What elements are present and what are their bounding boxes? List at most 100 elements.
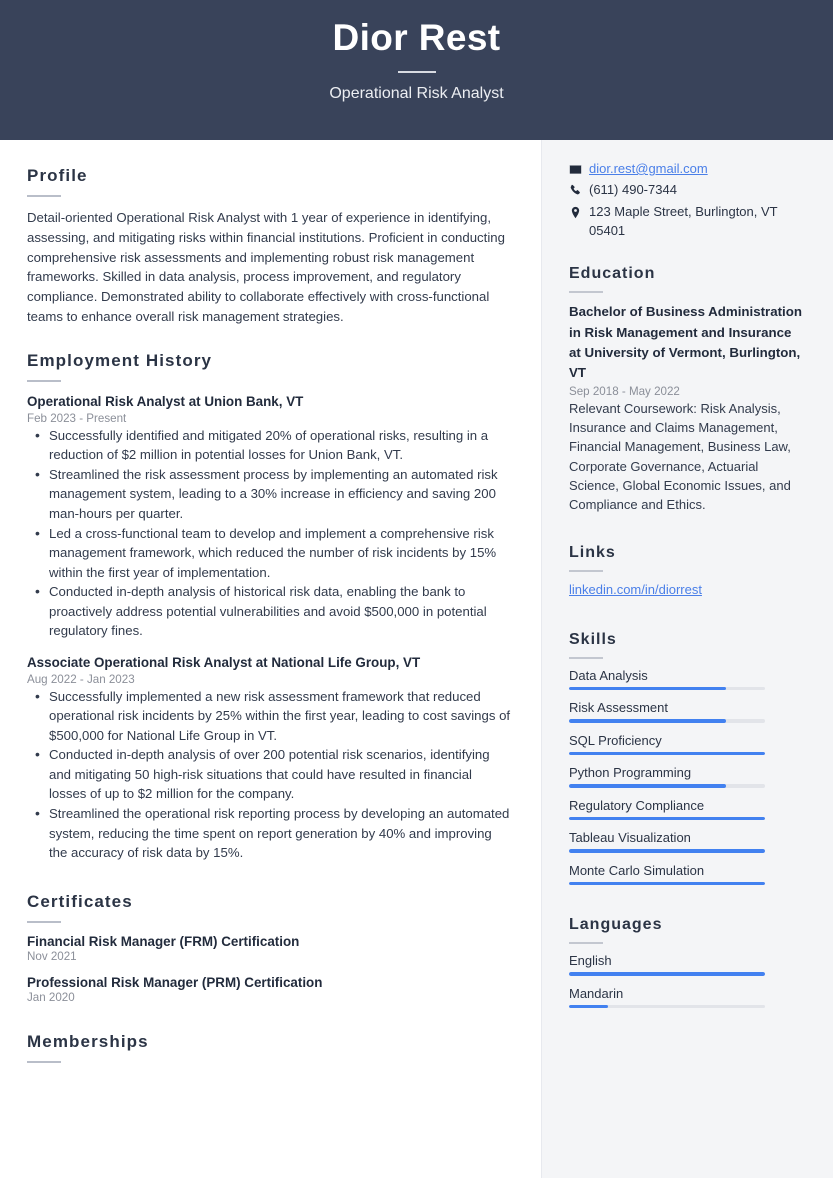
location-pin-icon (569, 203, 589, 219)
section-memberships: Memberships (27, 1032, 511, 1063)
language-item: English (569, 953, 803, 976)
skill-item: Regulatory Compliance (569, 798, 803, 821)
envelope-icon (569, 160, 589, 176)
section-employment-history: Employment History Operational Risk Anal… (27, 351, 511, 863)
language-item-meter-track (569, 1004, 765, 1009)
language-item: Mandarin (569, 986, 803, 1009)
skill-item-label: Tableau Visualization (569, 830, 691, 846)
languages-heading-rule (569, 942, 603, 945)
employment-bullet: Streamlined the operational risk reporti… (27, 803, 511, 863)
contact-row-address: 123 Maple Street, Burlington, VT 05401 (569, 203, 803, 241)
links-heading-rule (569, 569, 603, 572)
skill-item: Python Programming (569, 765, 803, 788)
header-divider (397, 70, 436, 73)
education-description: Relevant Coursework: Risk Analysis, Insu… (569, 401, 791, 512)
skill-item-label: Python Programming (569, 765, 692, 781)
employment-job-date: Aug 2022 - Jan 2023 (27, 672, 135, 686)
certificate-date: Jan 2020 (27, 990, 75, 1004)
memberships-heading: Memberships (27, 1031, 149, 1051)
skill-item-meter-fill (569, 719, 726, 723)
employment-bullet-list: Successfully identified and mitigated 20… (27, 425, 511, 641)
skills-heading: Skills (569, 630, 617, 648)
employment-entry: Operational Risk Analyst at Union Bank, … (27, 393, 511, 641)
candidate-job-title: Operational Risk Analyst (329, 84, 504, 102)
candidate-name: Dior Rest (332, 17, 501, 59)
memberships-heading-rule (27, 1060, 61, 1063)
contact-row-email: dior.rest@gmail.com (569, 160, 803, 179)
skill-item-meter-track (569, 849, 765, 853)
skill-item-meter-track (569, 751, 765, 756)
skill-item-label: Data Analysis (569, 667, 648, 683)
certificates-heading-rule (27, 920, 61, 923)
education-date: Sep 2018 - May 2022 (569, 385, 680, 399)
languages-heading: Languages (569, 916, 663, 934)
education-degree: Bachelor of Business Administration in R… (569, 304, 802, 380)
contact-email-link[interactable]: dior.rest@gmail.com (589, 160, 708, 179)
skill-item-meter-track (569, 816, 765, 821)
contact-row-phone: (611) 490-7344 (569, 181, 803, 200)
employment-heading: Employment History (27, 350, 213, 370)
skill-item-meter-track (569, 719, 765, 723)
profile-heading: Profile (27, 166, 88, 185)
employment-bullet: Conducted in-depth analysis of over 200 … (27, 744, 511, 804)
employment-entry: Associate Operational Risk Analyst at Na… (27, 654, 511, 863)
language-item-label: Mandarin (569, 985, 624, 1001)
skill-item-meter-track (569, 686, 765, 691)
employment-bullet-list: Successfully implemented a new risk asse… (27, 686, 511, 863)
employment-bullet: Conducted in-depth analysis of historica… (27, 581, 511, 641)
skills-heading-rule (569, 656, 603, 659)
section-languages: Languages English Mandarin (569, 916, 803, 1009)
skill-item-meter-track (569, 784, 765, 788)
certificate-entry: Professional Risk Manager (PRM) Certific… (27, 975, 511, 1004)
phone-icon (569, 181, 589, 197)
skill-item-label: Regulatory Compliance (569, 797, 705, 813)
section-education: Education Bachelor of Business Administr… (569, 265, 803, 513)
skill-item-meter-fill (569, 686, 726, 691)
section-links: Links linkedin.com/in/diorrest (569, 544, 803, 599)
skill-item-meter-fill (569, 751, 765, 756)
skill-item-meter-fill (569, 816, 765, 821)
language-item-meter-track (569, 972, 765, 976)
certificates-heading: Certificates (27, 891, 133, 911)
certificate-date: Nov 2021 (27, 949, 77, 963)
employment-bullet: Led a cross-functional team to develop a… (27, 523, 511, 583)
skills-list: Data Analysis Risk Assessment SQL Proficie… (569, 668, 803, 886)
resume-page: Dior Rest Operational Risk Analyst Profi… (0, 0, 833, 1178)
skill-item: Data Analysis (569, 668, 803, 691)
education-heading: Education (569, 265, 656, 283)
language-item-meter-fill (569, 1004, 609, 1009)
contact-phone-text: (611) 490-7344 (589, 182, 677, 198)
section-certificates: Certificates Financial Risk Manager (FRM… (27, 892, 511, 1004)
languages-list: English Mandarin (569, 953, 803, 1009)
skill-item-label: Risk Assessment (569, 700, 668, 716)
education-heading-rule (569, 291, 603, 294)
skill-item: Tableau Visualization (569, 830, 803, 853)
employment-bullet: Successfully implemented a new risk asse… (27, 686, 511, 746)
employment-bullet: Streamlined the risk assessment process … (27, 464, 511, 524)
contact-details: dior.rest@gmail.com (611) 490-7344 123 M… (569, 160, 803, 240)
language-item-label: English (569, 953, 612, 969)
main-column: Profile Detail-oriented Operational Risk… (0, 140, 542, 1178)
employment-heading-rule (27, 379, 61, 382)
profile-heading-rule (27, 195, 61, 197)
section-skills: Skills Data Analysis Risk Assessment SQL P… (569, 631, 803, 886)
skill-item: SQL Proficiency (569, 733, 803, 756)
employment-job-date: Feb 2023 - Present (27, 411, 127, 425)
resume-body: Profile Detail-oriented Operational Risk… (0, 140, 833, 1178)
skill-item: Risk Assessment (569, 700, 803, 723)
skill-item-meter-fill (569, 881, 765, 886)
link-item-linkedin[interactable]: linkedin.com/in/diorrest (569, 582, 702, 597)
employment-bullet: Successfully identified and mitigated 20… (27, 425, 511, 465)
skill-item-meter-track (569, 881, 765, 886)
language-item-meter-fill (569, 972, 765, 976)
skill-item: Monte Carlo Simulation (569, 863, 803, 886)
skill-item-label: Monte Carlo Simulation (569, 862, 705, 878)
contact-address-text: 123 Maple Street, Burlington, VT 05401 (589, 203, 778, 238)
certificate-title: Financial Risk Manager (FRM) Certificati… (27, 933, 300, 949)
sidebar-column: dior.rest@gmail.com (611) 490-7344 123 M… (542, 140, 833, 1178)
skill-item-label: SQL Proficiency (569, 732, 662, 748)
employment-job-title: Associate Operational Risk Analyst at Na… (27, 654, 421, 670)
profile-text: Detail-oriented Operational Risk Analyst… (27, 210, 505, 324)
certificate-entry: Financial Risk Manager (FRM) Certificati… (27, 934, 511, 963)
links-heading: Links (569, 543, 616, 561)
